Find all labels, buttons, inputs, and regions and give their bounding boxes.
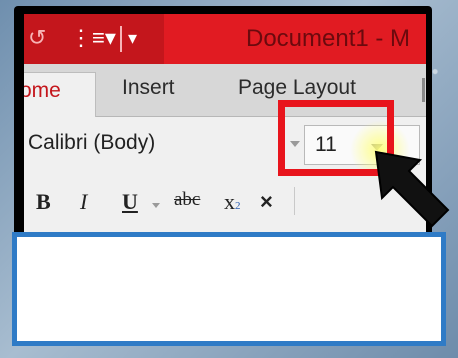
arrow-pointer-icon bbox=[374, 150, 450, 228]
subscript-mark: 2 bbox=[235, 200, 241, 212]
tab-divider bbox=[422, 78, 425, 102]
subscript-button[interactable]: x2 bbox=[224, 189, 241, 215]
bold-button[interactable]: B bbox=[36, 189, 51, 215]
title-bar: ↺ ⋮≡▾ ▾ Document1 - M bbox=[24, 14, 426, 64]
subscript-base: x bbox=[224, 189, 235, 214]
undo-icon[interactable]: ↺ bbox=[28, 24, 46, 52]
group-divider bbox=[294, 187, 295, 215]
toolbar-divider bbox=[120, 26, 122, 52]
window-title: Document1 - M bbox=[246, 25, 411, 52]
customize-quick-access-icon[interactable]: ▾ bbox=[128, 24, 137, 52]
underline-button[interactable]: U bbox=[122, 189, 138, 215]
tab-home[interactable]: ome bbox=[24, 72, 96, 118]
clear-formatting-button[interactable]: × bbox=[260, 189, 273, 215]
tab-page-layout[interactable]: Page Layout bbox=[238, 76, 356, 100]
numbered-list-icon[interactable]: ⋮≡▾ bbox=[70, 24, 116, 52]
strikethrough-button[interactable]: abc bbox=[174, 189, 200, 211]
caption-box bbox=[12, 232, 446, 346]
italic-button[interactable]: I bbox=[80, 189, 87, 215]
tab-insert[interactable]: Insert bbox=[122, 76, 175, 100]
font-name-dropdown[interactable]: Calibri (Body) bbox=[28, 131, 155, 155]
chevron-down-icon[interactable] bbox=[152, 203, 160, 208]
